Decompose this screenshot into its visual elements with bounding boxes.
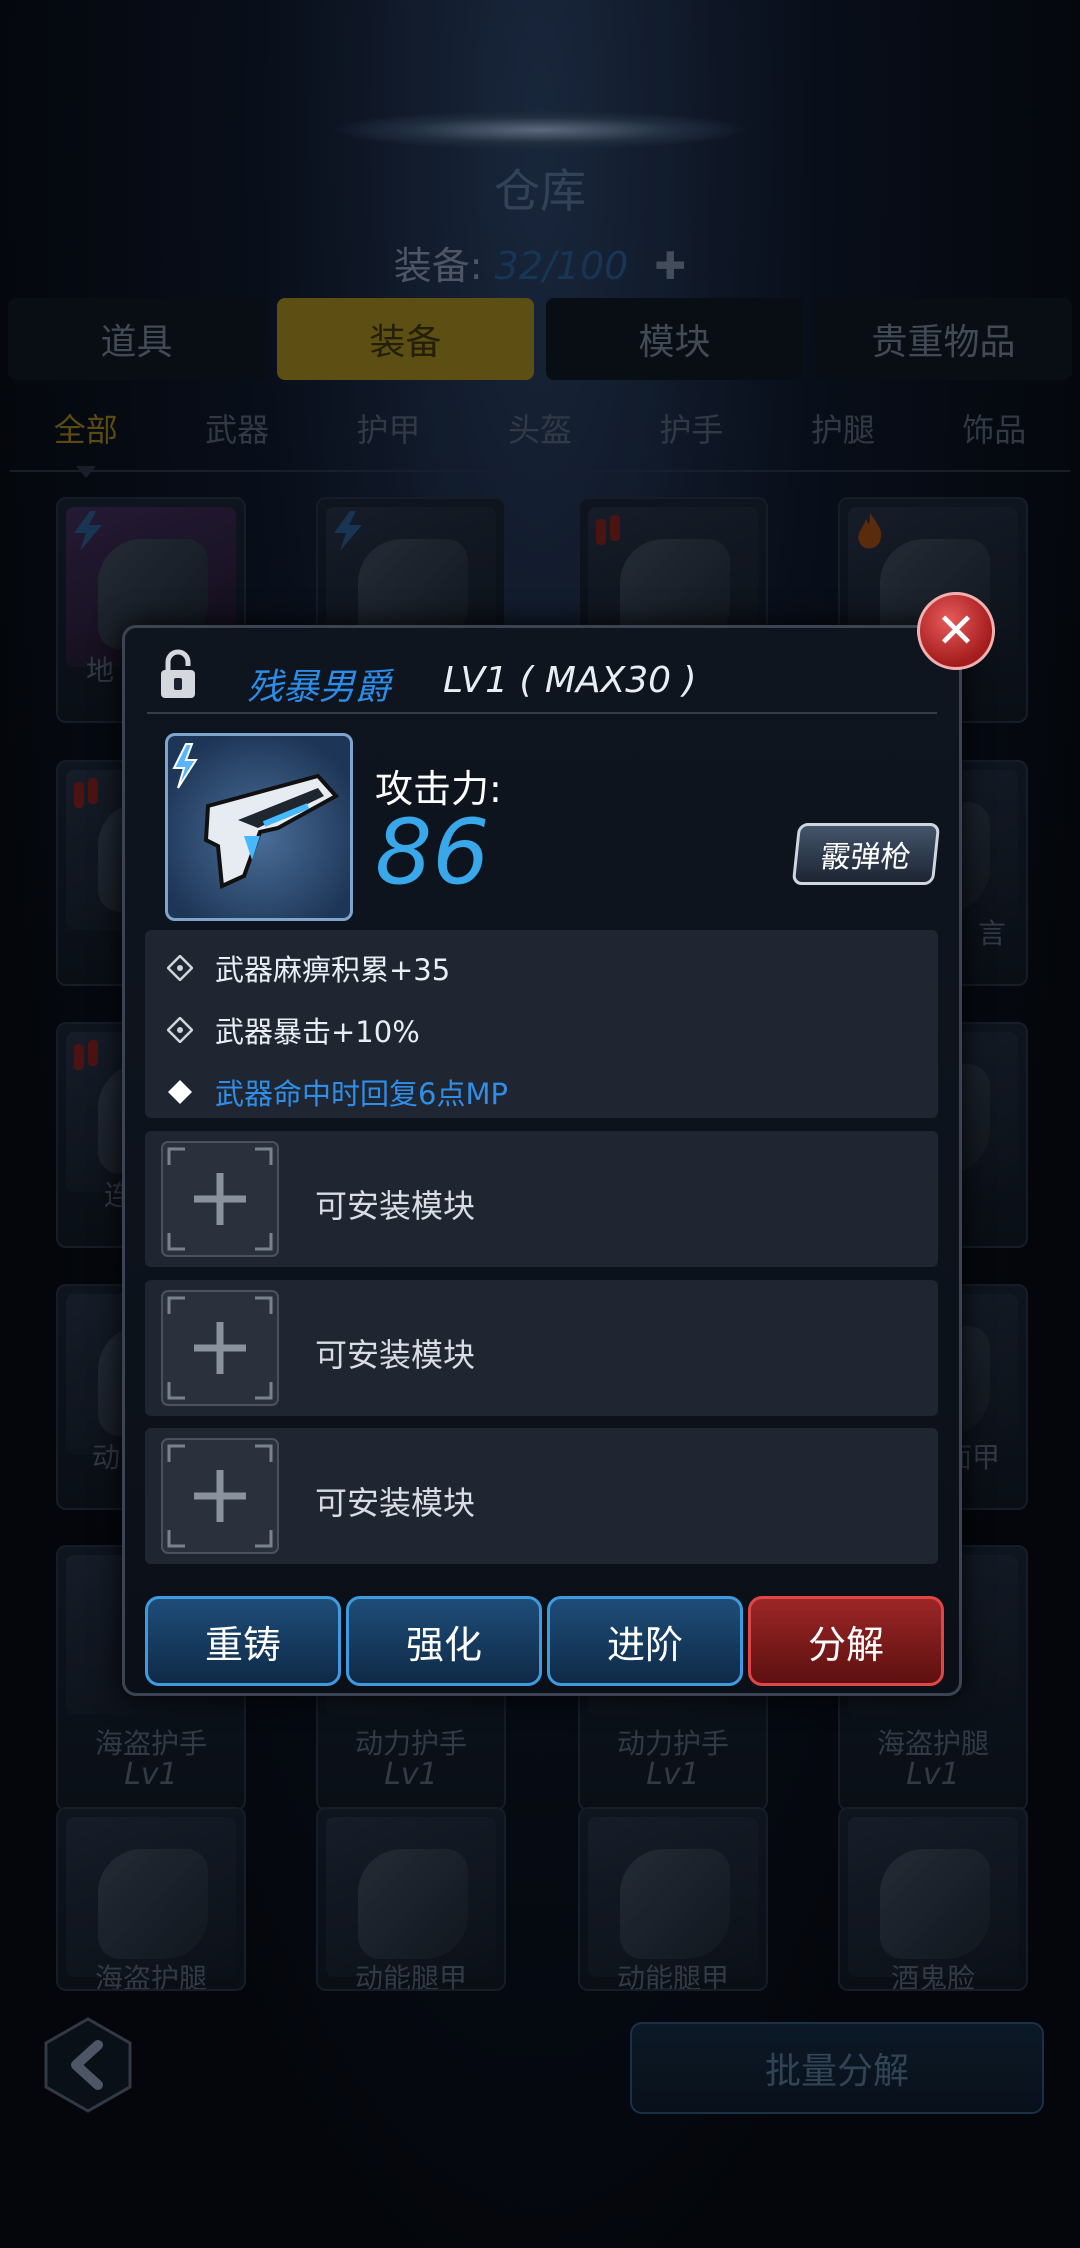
- capacity-value: 32/100: [494, 244, 629, 288]
- bullets-icon: [596, 515, 620, 545]
- item-level: Lv1: [384, 1757, 438, 1792]
- module-slot-label: 可安装模块: [315, 1336, 476, 1374]
- weapon-stats-panel: 武器麻痹积累+35 武器暴击+10% 武器命中时回复6点MP: [145, 930, 938, 1118]
- subtab-divider: [10, 470, 1070, 472]
- item-level: Lv1: [124, 1757, 178, 1792]
- item-name: 海盗护腿: [94, 1962, 207, 1991]
- item-name: 海盗护手: [94, 1727, 207, 1760]
- inventory-item[interactable]: 动能腿甲: [578, 1807, 768, 1991]
- tab-valuables[interactable]: 贵重物品: [815, 298, 1072, 380]
- fire-icon: [858, 513, 882, 549]
- page-title: 仓库: [494, 164, 586, 218]
- inventory-item[interactable]: 海盗护腿: [56, 1807, 246, 1991]
- subtab-all[interactable]: 全部: [54, 405, 118, 455]
- capacity-counter: 装备: 32/100 ✚: [0, 235, 1080, 290]
- subtab-helmet[interactable]: 头盔: [508, 405, 572, 455]
- subtab-armor[interactable]: 护甲: [357, 405, 421, 455]
- item-art: [358, 1849, 468, 1959]
- back-button[interactable]: [38, 2015, 138, 2115]
- expand-capacity-icon[interactable]: ✚: [654, 244, 686, 288]
- item-level: Lv1: [646, 1757, 700, 1792]
- close-icon: ✕: [935, 603, 977, 659]
- advance-button[interactable]: 进阶: [547, 1596, 743, 1686]
- attack-value: 86: [375, 800, 490, 905]
- add-module-icon: [161, 1141, 279, 1257]
- item-name: 海盗护腿: [876, 1727, 989, 1760]
- add-module-icon: [161, 1438, 279, 1554]
- dismantle-button[interactable]: 分解: [748, 1596, 944, 1686]
- item-art: [620, 1849, 730, 1959]
- module-slot-label: 可安装模块: [315, 1484, 476, 1522]
- item-art: [98, 1849, 208, 1959]
- lock-icon[interactable]: [159, 648, 197, 700]
- bulk-dismantle-button[interactable]: 批量分解: [630, 2022, 1044, 2114]
- weapon-name: 残暴男爵: [247, 667, 392, 708]
- item-name: 动能腿甲: [354, 1962, 467, 1991]
- item-name: 动能腿甲: [616, 1962, 729, 1991]
- diamond-outline-icon: [167, 955, 193, 981]
- stat-line: 武器暴击+10%: [167, 1010, 420, 1050]
- tab-equipment[interactable]: 装备: [277, 298, 534, 380]
- subtab-accessory[interactable]: 饰品: [962, 405, 1026, 455]
- stat-text: 武器麻痹积累+35: [215, 953, 451, 987]
- equipment-filter-tabs: 全部 武器 护甲 头盔 护手 护腿 饰品: [10, 405, 1070, 455]
- tab-items[interactable]: 道具: [8, 298, 265, 380]
- module-slot-label: 可安装模块: [315, 1187, 476, 1225]
- close-dialog-button[interactable]: ✕: [917, 592, 995, 670]
- add-module-icon: [161, 1290, 279, 1406]
- module-slot[interactable]: 可安装模块: [145, 1131, 938, 1267]
- inventory-item[interactable]: 动能腿甲: [316, 1807, 506, 1991]
- lightning-icon: [334, 511, 362, 551]
- weapon-detail-dialog: 残暴男爵 LV1 ( MAX30 ) 攻击力: 86 霰弹枪 武器麻痹积累+35…: [122, 625, 962, 1696]
- header-glow: [330, 110, 750, 150]
- bullets-icon: [74, 1040, 98, 1070]
- header-divider: [147, 712, 937, 714]
- category-tabs: 道具 装备 模块 贵重物品: [8, 298, 1072, 380]
- weapon-portrait: [165, 733, 353, 921]
- bullets-icon: [74, 778, 98, 808]
- lightning-icon: [172, 743, 198, 789]
- diamond-filled-icon: [168, 1080, 192, 1104]
- stat-text: 武器暴击+10%: [215, 1015, 420, 1049]
- subtab-gauntlet[interactable]: 护手: [659, 405, 723, 455]
- module-slot[interactable]: 可安装模块: [145, 1280, 938, 1416]
- shotgun-icon: [172, 743, 340, 889]
- recast-button[interactable]: 重铸: [145, 1596, 341, 1686]
- lightning-icon: [74, 511, 102, 551]
- item-name: 动力护手: [616, 1727, 729, 1760]
- weapon-type-badge: 霰弹枪: [791, 823, 941, 885]
- inventory-item[interactable]: 酒鬼脸: [838, 1807, 1028, 1991]
- capacity-label: 装备:: [393, 244, 483, 288]
- module-slot[interactable]: 可安装模块: [145, 1428, 938, 1564]
- weapon-level: LV1 ( MAX30 ): [443, 660, 697, 701]
- subtab-weapon[interactable]: 武器: [205, 405, 269, 455]
- item-name: 酒鬼脸: [890, 1962, 975, 1991]
- enhance-button[interactable]: 强化: [346, 1596, 542, 1686]
- stat-text-special: 武器命中时回复6点MP: [215, 1077, 508, 1111]
- item-art: [880, 1849, 990, 1959]
- diamond-outline-icon: [167, 1017, 193, 1043]
- tab-modules[interactable]: 模块: [546, 298, 803, 380]
- item-level: Lv1: [906, 1757, 960, 1792]
- stat-line: 武器命中时回复6点MP: [167, 1072, 508, 1112]
- stat-line: 武器麻痹积累+35: [167, 948, 450, 988]
- subtab-legguard[interactable]: 护腿: [811, 405, 875, 455]
- subtab-active-caret: [76, 466, 96, 478]
- item-name: 动力护手: [354, 1727, 467, 1760]
